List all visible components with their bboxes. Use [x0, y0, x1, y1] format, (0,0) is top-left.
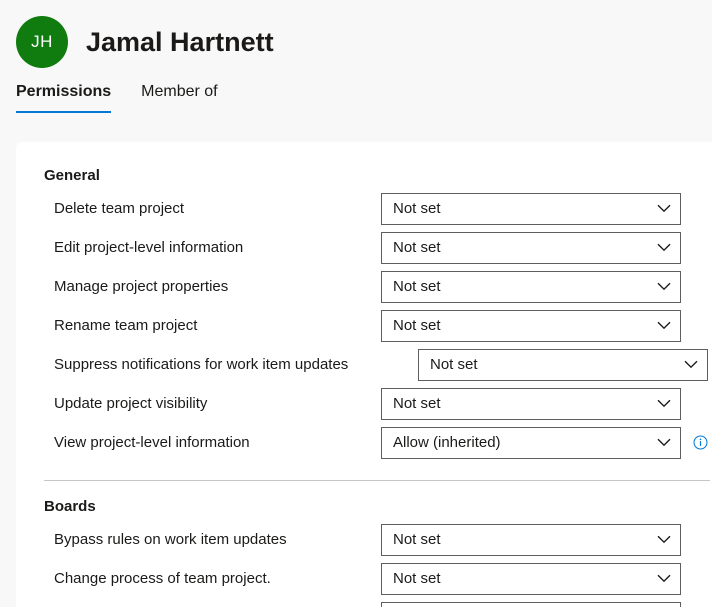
permission-dropdown-value: Not set [430, 357, 478, 372]
chevron-down-icon [649, 399, 671, 408]
tab-member-of-label: Member of [141, 83, 218, 100]
permission-label: View project-level information [54, 434, 250, 451]
permission-row: Bypass rules on work item updates Not se… [16, 520, 712, 559]
permission-dropdown[interactable]: Not set [381, 523, 681, 556]
permission-control: Allow (inherited) [381, 426, 708, 459]
permission-dropdown[interactable]: Not set [381, 270, 681, 303]
permission-label: Edit project-level information [54, 239, 244, 256]
permission-dropdown[interactable]: Not set [381, 309, 681, 342]
permission-control: Not set [381, 270, 708, 303]
section-heading-general: General [44, 167, 100, 184]
section-heading-boards: Boards [44, 498, 96, 515]
permission-control: Not set [381, 523, 708, 556]
permissions-card-body: General Delete team project Not set Edit… [16, 142, 712, 607]
permission-row: View project-level information Allow (in… [16, 423, 712, 462]
permission-row: Change process of team project. Not set [16, 559, 712, 598]
permission-label: Manage project properties [54, 278, 229, 295]
permission-section-general: General Delete team project Not set Edit… [16, 168, 712, 462]
permission-control: Not set [381, 309, 708, 342]
permission-label: Suppress notifications for work item upd… [54, 356, 349, 373]
page-title: Jamal Hartnett [86, 26, 274, 57]
permission-row: Manage project properties Not set [16, 267, 712, 306]
permission-row: Rename team project Not set [16, 306, 712, 345]
permission-dropdown[interactable]: Not set [381, 387, 681, 420]
permission-dropdown[interactable]: Not set [381, 192, 681, 225]
permission-label: Bypass rules on work item updates [54, 531, 287, 548]
permission-label: Update project visibility [54, 395, 208, 412]
tab-permissions-label: Permissions [16, 83, 112, 100]
chevron-down-icon [649, 438, 671, 447]
tab-list: Permissions Member of [16, 84, 248, 113]
permission-row: Delete team project Not set [16, 189, 712, 228]
permission-dropdown-value: Not set [393, 532, 441, 547]
permissions-card: General Delete team project Not set Edit… [16, 142, 712, 607]
tab-permissions[interactable]: Permissions [16, 83, 112, 113]
permission-label: Change process of team project. [54, 570, 271, 587]
permission-dropdown[interactable] [381, 601, 681, 607]
chevron-down-icon [649, 574, 671, 583]
permission-section-boards: Boards Bypass rules on work item updates… [16, 499, 712, 607]
permission-dropdown-value: Allow (inherited) [393, 435, 501, 450]
permission-control: Not set [381, 562, 708, 595]
permission-control [381, 601, 708, 607]
permission-dropdown[interactable]: Allow (inherited) [381, 426, 681, 459]
chevron-down-icon [649, 282, 671, 291]
permission-row: Suppress notifications for work item upd… [16, 345, 712, 384]
permission-label: Rename team project [54, 317, 198, 334]
permission-dropdown-value: Not set [393, 318, 441, 333]
permission-control: Not set [381, 192, 708, 225]
chevron-down-icon [649, 243, 671, 252]
permission-control: Not set [381, 387, 708, 420]
permission-dropdown-value: Not set [393, 571, 441, 586]
permission-dropdown[interactable]: Not set [381, 562, 681, 595]
info-circle-icon[interactable] [692, 435, 708, 451]
chevron-down-icon [649, 204, 671, 213]
section-divider [44, 480, 710, 481]
chevron-down-icon [649, 321, 671, 330]
permission-dropdown[interactable]: Not set [381, 231, 681, 264]
permission-row-partial [16, 598, 712, 607]
avatar: JH [16, 16, 68, 68]
identity-row: JH Jamal Hartnett [16, 16, 274, 68]
permission-control: Not set [381, 231, 708, 264]
permission-dropdown-value: Not set [393, 396, 441, 411]
permission-dropdown[interactable]: Not set [418, 348, 708, 381]
permission-dropdown-value: Not set [393, 240, 441, 255]
permission-row: Edit project-level information Not set [16, 228, 712, 267]
permission-dropdown-value: Not set [393, 201, 441, 216]
permission-control: Not set [418, 348, 708, 381]
chevron-down-icon [676, 360, 698, 369]
permission-dropdown-value: Not set [393, 279, 441, 294]
avatar-initials: JH [31, 32, 53, 51]
permission-row: Update project visibility Not set [16, 384, 712, 423]
permission-label: Delete team project [54, 200, 185, 217]
identity-header: JH Jamal Hartnett Permissions Member of [0, 0, 712, 142]
tab-member-of[interactable]: Member of [141, 84, 217, 113]
chevron-down-icon [649, 535, 671, 544]
